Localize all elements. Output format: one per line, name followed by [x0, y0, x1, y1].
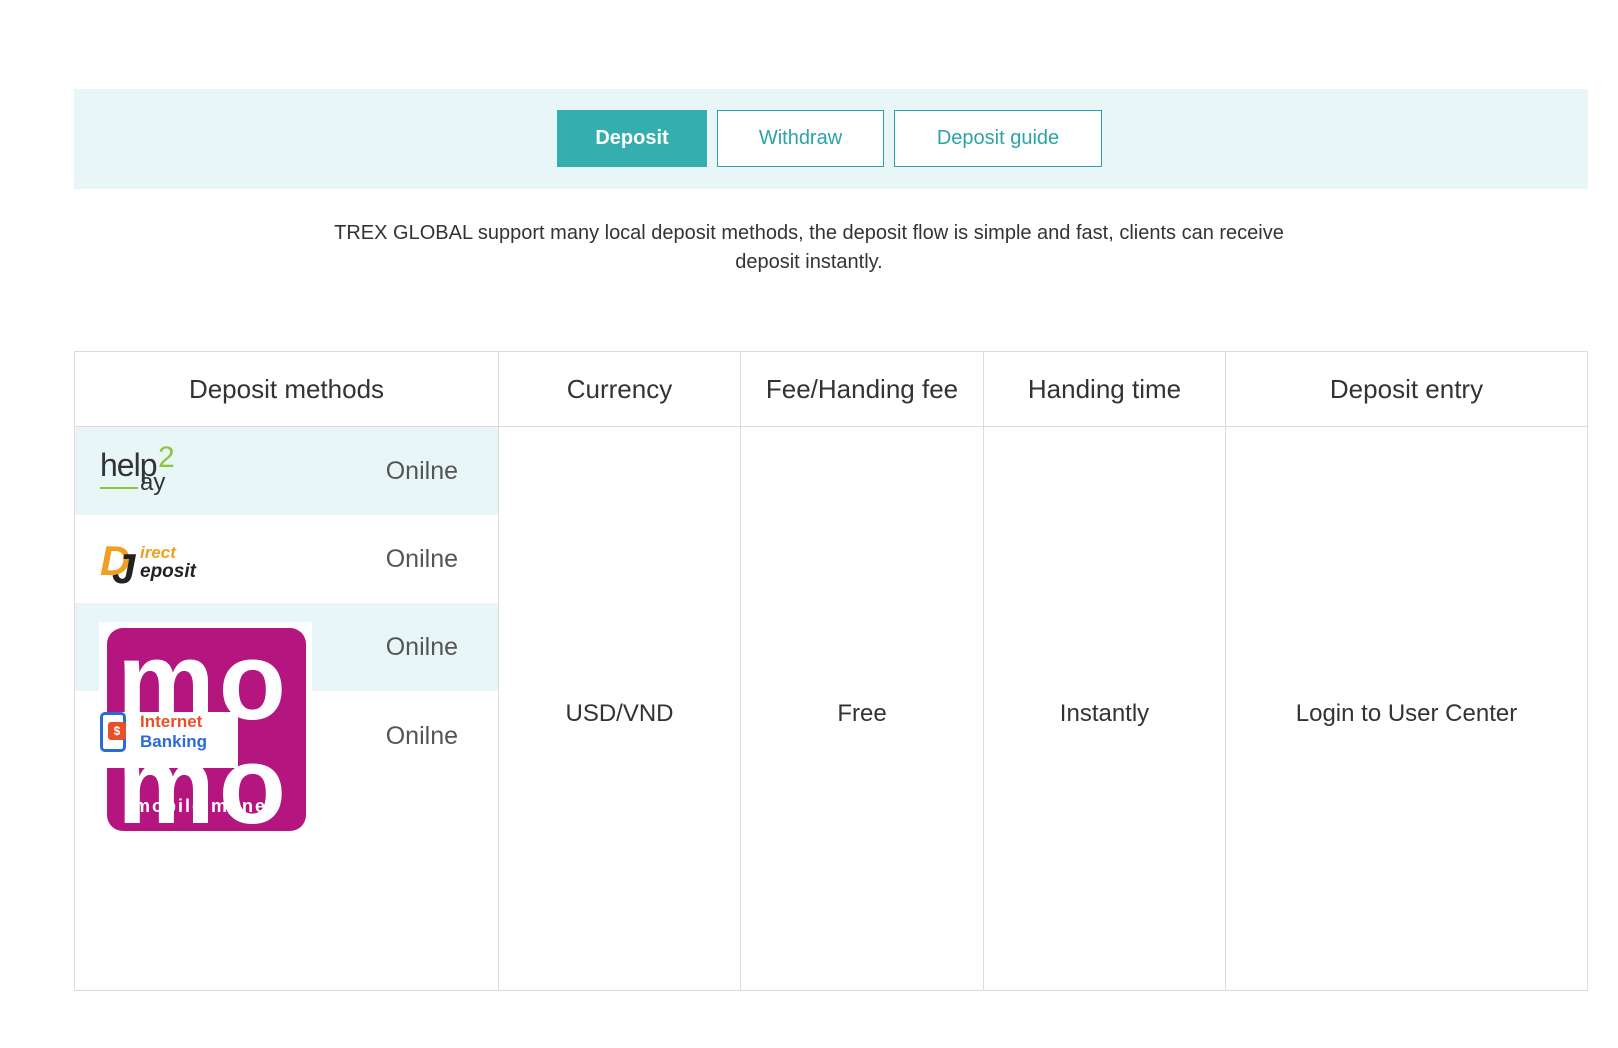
internet-banking-logo: $ Internet Banking	[100, 712, 238, 768]
tab-withdraw[interactable]: Withdraw	[717, 110, 884, 167]
method-status: Onilne	[385, 544, 458, 573]
header-deposit-methods: Deposit methods	[188, 373, 385, 404]
method-status: Onilne	[385, 456, 458, 485]
help2pay-logo: help 2 ay	[100, 441, 175, 496]
method-row-internet-banking[interactable]: $ Internet Banking Onilne	[75, 692, 498, 780]
currency-cell: USD/VND	[565, 699, 674, 727]
tab-deposit-guide[interactable]: Deposit guide	[894, 110, 1102, 167]
header-fee: Fee/Handing fee	[765, 373, 959, 404]
tab-bar: Deposit Withdraw Deposit guide	[74, 89, 1588, 189]
method-row-help2pay[interactable]: help 2 ay Onilne	[75, 427, 498, 515]
header-deposit-entry: Deposit entry	[1329, 373, 1484, 404]
fee-cell: Free	[837, 699, 887, 727]
deposit-methods-table: Deposit methods Currency Fee/Handing fee…	[74, 351, 1588, 991]
header-currency: Currency	[566, 373, 673, 404]
method-row-direct-deposit[interactable]: DJ irect eposit Onilne	[75, 515, 498, 603]
intro-text: TREX GLOBAL support many local deposit m…	[334, 222, 1284, 273]
tab-deposit[interactable]: Deposit	[557, 110, 707, 167]
header-handing-time: Handing time	[1027, 373, 1182, 404]
method-status: Onilne	[385, 721, 458, 750]
method-status: Onilne	[385, 632, 458, 661]
direct-deposit-logo: DJ irect eposit	[100, 537, 196, 592]
handing-time-cell: Instantly	[1059, 699, 1150, 727]
deposit-entry-cell[interactable]: Login to User Center	[1226, 427, 1587, 1048]
